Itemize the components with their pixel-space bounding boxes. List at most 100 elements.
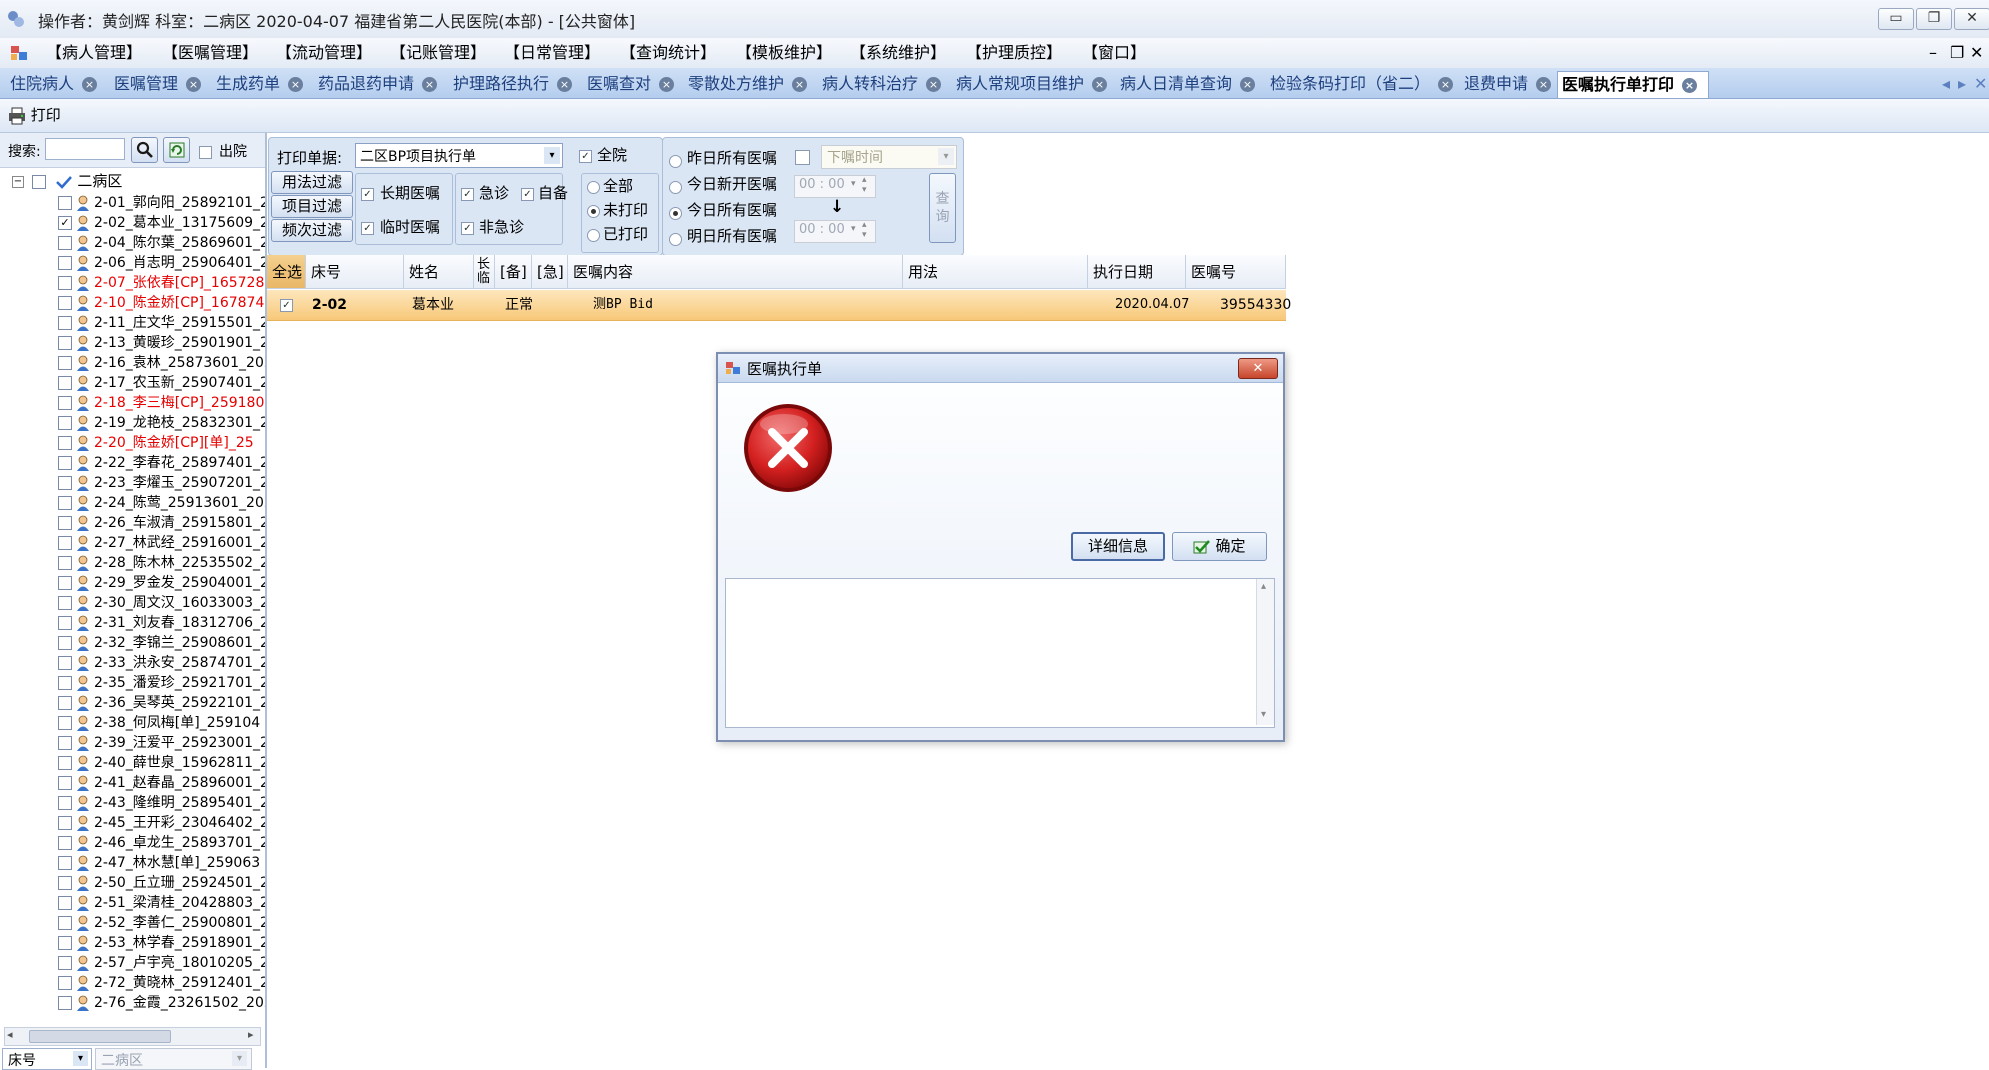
menu-patient[interactable]: 【病人管理】 <box>42 42 146 64</box>
patient-list-item[interactable]: 2-16_袁林_25873601_202 <box>58 353 265 373</box>
tree-root[interactable]: − 二病区 <box>12 171 122 191</box>
scroll-right-icon[interactable]: ▸ <box>248 1028 254 1041</box>
patient-checkbox[interactable] <box>58 596 72 610</box>
patient-list-item[interactable]: 2-10_陈金娇[CP]_167874 <box>58 293 264 313</box>
patient-list-item[interactable]: 2-01_郭向阳_25892101_2 <box>58 193 265 213</box>
menu-system[interactable]: 【系统维护】 <box>846 42 950 64</box>
patient-checkbox[interactable] <box>58 496 72 510</box>
patient-checkbox[interactable] <box>58 616 72 630</box>
patient-list-item[interactable]: 2-30_周文汉_16033003_2 <box>58 593 265 613</box>
tab-close-icon[interactable]: × <box>1438 77 1454 92</box>
col-order-content[interactable]: 医嘱内容 <box>568 255 903 289</box>
patient-list-item[interactable]: 2-46_卓龙生_25893701_2 <box>58 833 265 853</box>
col-order-no[interactable]: 医嘱号 <box>1186 255 1286 289</box>
patient-list-item[interactable]: 2-26_车淑清_25915801_2 <box>58 513 265 533</box>
order-time-checkbox[interactable] <box>795 148 813 166</box>
tab-care-path[interactable]: 护理路径执行 × <box>449 71 573 97</box>
horizontal-scrollbar[interactable]: ◂ ▸ <box>4 1027 261 1046</box>
patient-checkbox[interactable] <box>58 416 72 430</box>
patient-checkbox[interactable] <box>58 656 72 670</box>
patient-list-item[interactable]: 2-23_李燿玉_25907201_2 <box>58 473 265 493</box>
patient-list-item[interactable]: 2-39_汪爱平_25923001_2 <box>58 733 265 753</box>
menu-nursing-qc[interactable]: 【护理质控】 <box>962 42 1066 64</box>
tab-prescription[interactable]: 零散处方维护 × <box>684 71 808 97</box>
mdi-close-button[interactable]: ✕ <box>1966 42 1987 64</box>
menu-template[interactable]: 【模板维护】 <box>732 42 836 64</box>
patient-checkbox[interactable] <box>58 316 72 330</box>
temp-order-checkbox[interactable]: ✓ <box>361 219 377 237</box>
long-term-checkbox[interactable]: ✓ <box>361 185 377 203</box>
table-row[interactable]: ✓ 2-02 葛本业 正常 测BP Bid 2020.04.07 3955433… <box>267 290 1291 321</box>
tab-routine-items[interactable]: 病人常规项目维护 × <box>952 71 1108 97</box>
tab-order-management[interactable]: 医嘱管理 × <box>110 71 202 97</box>
tree-collapse-icon[interactable]: − <box>12 176 24 188</box>
tab-inpatient[interactable]: 住院病人 × <box>6 71 98 97</box>
patient-list-item[interactable]: 2-04_陈尔葉_25869601_2 <box>58 233 265 253</box>
menu-query[interactable]: 【查询统计】 <box>616 42 720 64</box>
patient-checkbox[interactable] <box>58 336 72 350</box>
patient-checkbox[interactable] <box>58 436 72 450</box>
patient-checkbox[interactable]: ✓ <box>58 216 72 230</box>
error-details-textbox[interactable]: ▴ ▾ <box>725 578 1275 728</box>
patient-list-item[interactable]: 2-29_罗金发_25904001_2 <box>58 573 265 593</box>
col-select-all[interactable]: 全选 <box>267 255 306 289</box>
ok-button[interactable]: 确定 <box>1172 532 1267 561</box>
print-status-all-radio[interactable] <box>587 178 604 196</box>
tab-close-icon[interactable]: × <box>186 77 202 92</box>
tab-close-icon[interactable]: × <box>422 77 438 92</box>
tab-scroll-right-icon[interactable]: ▸ <box>1954 71 1966 97</box>
search-input[interactable] <box>45 138 125 160</box>
tab-close-icon[interactable]: × <box>1682 78 1698 93</box>
ward-combo[interactable]: 二病区 ▾ <box>95 1048 252 1070</box>
order-time-select[interactable]: 下嘱时间 ▾ <box>821 145 957 169</box>
patient-list-item[interactable]: 2-36_吴琴英_25922101_2 <box>58 693 265 713</box>
col-usage[interactable]: 用法 <box>903 255 1088 289</box>
patient-list-item[interactable]: 2-52_李善仁_25900801_2 <box>58 913 265 933</box>
close-button[interactable]: ✕ <box>1954 8 1989 30</box>
scroll-down-icon[interactable]: ▾ <box>1261 709 1266 720</box>
menu-flow[interactable]: 【流动管理】 <box>272 42 376 64</box>
chevron-down-icon[interactable]: ▾ <box>851 224 856 234</box>
patient-list-item[interactable]: 2-17_农玉新_25907401_2 <box>58 373 265 393</box>
patient-list-item[interactable]: ✓ 2-02_葛本业_13175609_2 <box>58 213 265 233</box>
patient-checkbox[interactable] <box>58 916 72 930</box>
patient-list-item[interactable]: 2-33_洪永安_25874701_2 <box>58 653 265 673</box>
patient-checkbox[interactable] <box>58 356 72 370</box>
patient-checkbox[interactable] <box>58 256 72 270</box>
chevron-down-icon[interactable]: ▾ <box>232 1051 247 1066</box>
start-time-spinner[interactable]: 00 : 00 ▾ ▴ ▾ <box>794 175 876 198</box>
print-button[interactable]: 打印 <box>8 103 61 127</box>
patient-list-item[interactable]: 2-72_黄晓林_25912401_2 <box>58 973 265 993</box>
patient-list-item[interactable]: 2-19_龙艳枝_25832301_2 <box>58 413 265 433</box>
patient-checkbox[interactable] <box>58 516 72 530</box>
patient-checkbox[interactable] <box>58 536 72 550</box>
print-form-select[interactable]: 二区BP项目执行单 ▾ <box>355 143 563 168</box>
patient-list-item[interactable]: 2-51_梁清桂_20428803_2 <box>58 893 265 913</box>
col-reserve[interactable]: [备] <box>495 255 532 289</box>
tab-close-icon[interactable]: × <box>1240 77 1256 92</box>
patient-checkbox[interactable] <box>58 896 72 910</box>
patient-checkbox[interactable] <box>58 456 72 470</box>
patient-checkbox[interactable] <box>58 476 72 490</box>
today-new-radio[interactable] <box>669 178 686 196</box>
tab-scroll-left-icon[interactable]: ◂ <box>1938 71 1950 97</box>
today-all-radio[interactable] <box>669 204 686 222</box>
patient-checkbox[interactable] <box>58 856 72 870</box>
patient-checkbox[interactable] <box>58 836 72 850</box>
tab-lab-barcode[interactable]: 检验条码打印（省二） × <box>1266 71 1454 97</box>
frequency-filter-button[interactable]: 频次过滤 <box>271 219 353 242</box>
patient-list-item[interactable]: 2-31_刘友春_18312706_2 <box>58 613 265 633</box>
patient-checkbox[interactable] <box>58 576 72 590</box>
patient-list-item[interactable]: 2-45_王开彩_23046402_2 <box>58 813 265 833</box>
all-hospital-checkbox[interactable]: ✓ <box>579 147 595 165</box>
patient-list-item[interactable]: 2-24_陈莺_25913601_202 <box>58 493 265 513</box>
scroll-left-icon[interactable]: ◂ <box>7 1028 13 1041</box>
tab-close-icon[interactable]: × <box>1536 77 1552 92</box>
restore-button[interactable]: ❐ <box>1916 8 1952 30</box>
patient-list-item[interactable]: 2-41_赵春晶_25896001_2 <box>58 773 265 793</box>
patient-list-item[interactable]: 2-07_张依春[CP]_165728 <box>58 273 264 293</box>
patient-list-item[interactable]: 2-13_黄暖珍_25901901_2 <box>58 333 265 353</box>
dialog-close-button[interactable]: ✕ <box>1238 358 1278 379</box>
tab-close-icon[interactable]: × <box>1092 77 1108 92</box>
print-status-printed-radio[interactable] <box>587 226 604 244</box>
